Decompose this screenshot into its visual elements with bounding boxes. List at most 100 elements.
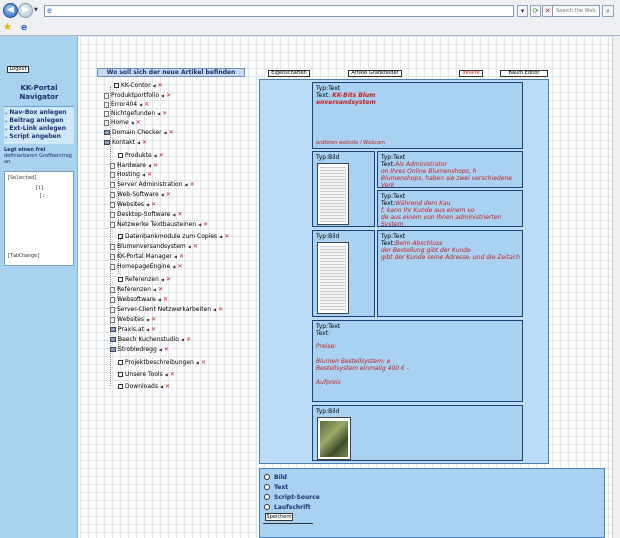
tree-item[interactable]: Datenbankmodule zum Copies◀✕: [118, 232, 229, 241]
forward-button[interactable]: ▶: [18, 3, 33, 18]
address-dropdown-button[interactable]: ▾: [517, 5, 528, 17]
delete-icon[interactable]: ✕: [158, 81, 163, 90]
delete-icon[interactable]: ✕: [151, 325, 156, 334]
tree-item[interactable]: Error404 ◀ ✕: [104, 100, 149, 109]
move-arrow-icon[interactable]: ◀: [146, 325, 149, 334]
beitrag-anlegen-link[interactable]: . Beitrag anlegen: [5, 117, 74, 125]
tree-item[interactable]: Beech Kuchenstudio ◀ ✕: [110, 335, 191, 344]
move-arrow-icon[interactable]: ◀: [159, 345, 162, 354]
tree-item[interactable]: Web-Software ◀ ✕: [110, 190, 171, 199]
radio-button[interactable]: [264, 494, 270, 500]
delete-icon[interactable]: ✕: [186, 335, 191, 344]
move-arrow-icon[interactable]: ◀: [165, 370, 168, 379]
search-input[interactable]: Search the Web: [552, 5, 600, 17]
delete-icon[interactable]: ✕: [179, 252, 184, 261]
checkbox-icon[interactable]: [118, 384, 123, 389]
move-arrow-icon[interactable]: ◀: [188, 242, 191, 251]
move-arrow-icon[interactable]: ◀: [160, 382, 163, 391]
radio-button[interactable]: [264, 504, 270, 510]
delete-icon[interactable]: ✕: [162, 109, 167, 118]
text-box-4[interactable]: Typ:Text Text:Beim Abschluss der Bestell…: [377, 230, 523, 317]
move-arrow-icon[interactable]: ◀: [131, 118, 134, 127]
move-arrow-icon[interactable]: ◀: [137, 138, 140, 147]
delete-icon[interactable]: ✕: [164, 345, 169, 354]
move-arrow-icon[interactable]: ◀: [157, 109, 160, 118]
delete-icon[interactable]: ✕: [201, 358, 206, 367]
delete-icon[interactable]: ✕: [166, 91, 171, 100]
text-box-1[interactable]: Typ:Text Text: KK-Bits Blum enversandsys…: [312, 82, 523, 149]
move-arrow-icon[interactable]: ◀: [196, 358, 199, 367]
delete-icon[interactable]: ✕: [166, 190, 171, 199]
tree-item[interactable]: Praxis.at ◀ ✕: [110, 325, 156, 334]
tree-item[interactable]: HomepageEngine ◀ ✕: [110, 262, 182, 271]
delete-icon[interactable]: ✕: [177, 262, 182, 271]
checkbox-icon[interactable]: [118, 234, 123, 239]
tree-item[interactable]: Unsere Tools ◀ ✕: [118, 370, 175, 379]
move-arrow-icon[interactable]: ◀: [146, 200, 149, 209]
text-box-2[interactable]: Typ:Text Text:Als Administrator on Ihres…: [377, 151, 523, 188]
checkbox-icon[interactable]: [114, 83, 119, 88]
delete-icon[interactable]: ✕: [218, 305, 223, 314]
delete-icon[interactable]: ✕: [159, 151, 164, 160]
radio-script-source[interactable]: Script-Source: [264, 493, 320, 501]
move-arrow-icon[interactable]: ◀: [161, 91, 164, 100]
move-arrow-icon[interactable]: ◀: [213, 305, 216, 314]
tree-item[interactable]: Home ◀ ✕: [104, 118, 141, 127]
delete-icon[interactable]: ✕: [165, 382, 170, 391]
tree-item[interactable]: Websites ◀ ✕: [110, 200, 156, 209]
move-arrow-icon[interactable]: ◀: [154, 151, 157, 160]
delete-icon[interactable]: ✕: [144, 100, 149, 109]
tree-item[interactable]: Nichtgefunden ◀ ✕: [104, 109, 167, 118]
script-angeben-link[interactable]: . Script angeben: [5, 133, 74, 141]
move-arrow-icon[interactable]: ◀: [161, 190, 164, 199]
move-arrow-icon[interactable]: ◀: [174, 252, 177, 261]
tree-item[interactable]: Websites ◀ ✕: [110, 315, 156, 324]
move-arrow-icon[interactable]: ◀: [142, 170, 145, 179]
move-arrow-icon[interactable]: ◀: [153, 81, 156, 90]
image-box-1[interactable]: Typ:Bild: [312, 151, 375, 227]
delete-icon[interactable]: ✕: [169, 128, 174, 137]
tab-eigenschaften[interactable]: Eigenschaften: [268, 70, 310, 77]
delete-icon[interactable]: ✕: [190, 180, 195, 189]
tree-item[interactable]: Hosting ◀ ✕: [110, 170, 152, 179]
logout-button[interactable]: Logout: [7, 66, 29, 73]
vertical-scrollbar[interactable]: [612, 36, 620, 538]
move-arrow-icon[interactable]: ◀: [139, 100, 142, 109]
move-arrow-icon[interactable]: ◀: [158, 295, 161, 304]
tree-item[interactable]: Downloads ◀ ✕: [118, 382, 170, 391]
tab-baum-editor[interactable]: Baum Editor: [500, 70, 548, 77]
move-arrow-icon[interactable]: ◀: [181, 335, 184, 344]
image-box-3[interactable]: Typ:Bild: [312, 405, 523, 461]
checkbox-icon[interactable]: [118, 153, 123, 158]
script-textarea[interactable]: [Selected] [i] [: [TabChange]: [4, 171, 74, 266]
radio-button[interactable]: [264, 484, 270, 490]
ext-link-anlegen-link[interactable]: . Ext-Link anlegen: [5, 125, 74, 133]
tree-item[interactable]: KK-Contor ◀ ✕: [114, 81, 163, 90]
tree-item[interactable]: Domain Checker ◀ ✕: [104, 128, 174, 137]
move-arrow-icon[interactable]: ◀: [164, 128, 167, 137]
move-arrow-icon[interactable]: ◀: [146, 315, 149, 324]
move-arrow-icon[interactable]: ◀: [148, 161, 151, 170]
tree-item[interactable]: Kontakt ◀ ✕: [104, 138, 147, 147]
radio-laufschrift[interactable]: Laufschrift: [264, 503, 311, 511]
checkbox-icon[interactable]: [118, 277, 123, 282]
delete-icon[interactable]: ✕: [193, 242, 198, 251]
move-arrow-icon[interactable]: ◀: [198, 220, 201, 229]
delete-icon[interactable]: ✕: [203, 220, 208, 229]
nav-box-anlegen-link[interactable]: . Nav-Box anlegen: [5, 109, 74, 117]
save-button[interactable]: Speichern: [265, 513, 293, 521]
radio-bild[interactable]: Bild: [264, 473, 287, 481]
address-bar[interactable]: e: [44, 5, 514, 17]
delete-icon[interactable]: ✕: [163, 295, 168, 304]
tree-item[interactable]: Desktop-Software ◀ ✕: [110, 210, 182, 219]
refresh-icon[interactable]: ⟳: [530, 5, 541, 17]
radio-button[interactable]: [264, 474, 270, 480]
tree-item[interactable]: Produktportfolio ◀ ✕: [104, 91, 171, 100]
delete-icon[interactable]: ✕: [170, 370, 175, 379]
tree-item[interactable]: Server Administration ◀ ✕: [110, 180, 195, 189]
delete-icon[interactable]: ✕: [166, 275, 171, 284]
tree-item[interactable]: Strobledregg ◀ ✕: [110, 345, 169, 354]
tree-item[interactable]: Referenzen ◀ ✕: [118, 275, 171, 284]
tab-inhalte[interactable]: Inhalte: [459, 70, 483, 77]
chevron-down-icon[interactable]: ▼: [34, 7, 39, 13]
